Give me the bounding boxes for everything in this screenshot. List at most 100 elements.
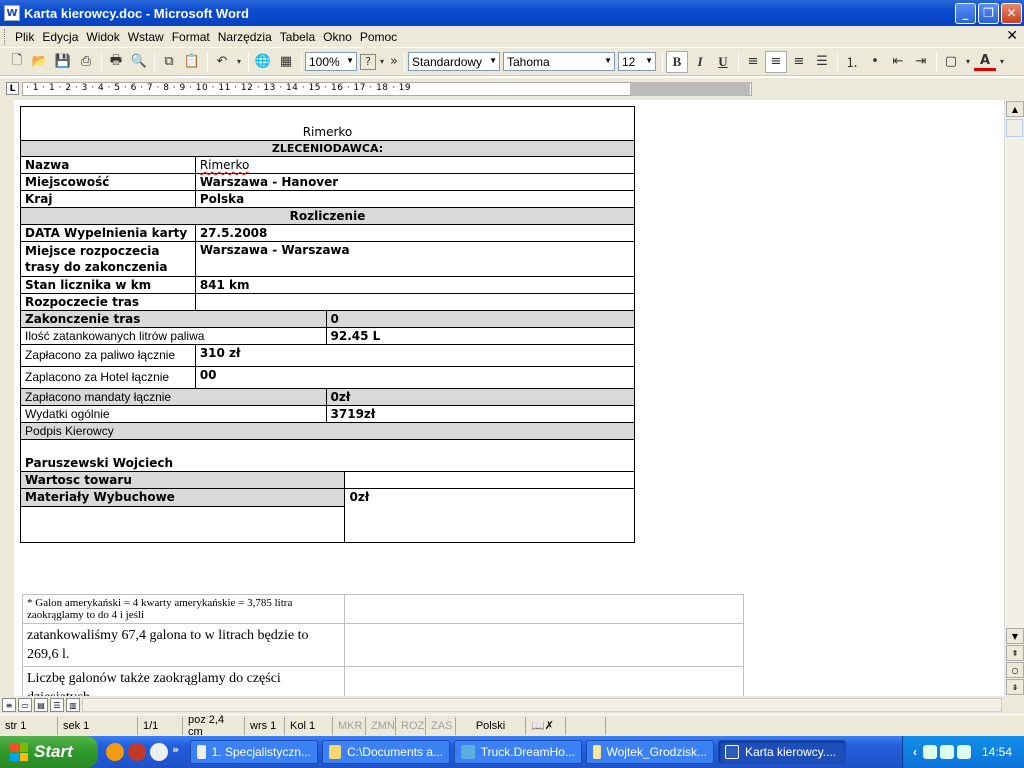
font-size-select[interactable]: 12 ▼ xyxy=(618,52,656,71)
chevron-down-icon[interactable]: ▼ xyxy=(489,56,497,65)
miejscowosc-label[interactable]: Miejscowość xyxy=(20,173,196,191)
font-select[interactable]: Tahoma ▼ xyxy=(503,52,615,71)
empty-cell[interactable] xyxy=(343,666,745,696)
hotel-value[interactable]: 00 xyxy=(194,366,636,389)
paliwo-value[interactable]: 310 zł xyxy=(194,344,636,367)
clock[interactable]: 14:54 xyxy=(982,745,1012,759)
chevron-down-icon[interactable]: ▼ xyxy=(346,56,354,65)
data-label[interactable]: DATA Wypelnienia karty xyxy=(20,224,196,242)
start-button[interactable]: Start xyxy=(0,736,98,768)
browse-object-icon[interactable]: ○ xyxy=(1006,662,1024,678)
font-color-icon[interactable]: A xyxy=(974,53,996,71)
volume-icon[interactable] xyxy=(956,745,971,759)
note-row-2[interactable]: zatankowaliśmy 67,4 galona to w litrach … xyxy=(22,623,345,667)
data-value[interactable]: 27.5.2008 xyxy=(194,224,636,242)
insert-table-icon[interactable]: ▦ xyxy=(275,51,297,73)
zakonczenie-value[interactable]: 0 xyxy=(325,310,636,328)
previous-page-icon[interactable]: ⇞ xyxy=(1006,645,1024,661)
taskbar-item-karta[interactable]: Karta kierowcy.... xyxy=(718,740,846,764)
status-ext[interactable]: ROZ xyxy=(396,716,426,735)
increase-indent-icon[interactable]: ⇥ xyxy=(910,51,932,73)
menu-narzedzia[interactable]: Narzędzia xyxy=(214,30,276,44)
menu-plik[interactable]: Plik xyxy=(11,30,38,44)
wartosc-label[interactable]: Wartosc towaru xyxy=(19,471,346,489)
undo-icon[interactable]: ↶ xyxy=(211,51,233,73)
print-preview-icon[interactable]: 🔍 xyxy=(128,51,150,73)
menu-edycja[interactable]: Edycja xyxy=(38,30,82,44)
align-left-icon[interactable]: ≡ xyxy=(742,51,764,73)
permission-icon[interactable]: ⎙ xyxy=(75,51,97,73)
paste-icon[interactable]: 📋 xyxy=(181,51,203,73)
scroll-track[interactable] xyxy=(82,698,1002,712)
numbering-icon[interactable]: ⒈ xyxy=(841,51,863,73)
podpis-label[interactable]: Podpis Kierowcy xyxy=(20,422,635,440)
font-color-dropdown-icon[interactable]: ▾ xyxy=(997,51,1007,73)
zoom-select[interactable]: 100% ▼ xyxy=(305,52,357,71)
podpis-value[interactable]: Paruszewski Wojciech xyxy=(20,439,635,472)
open-folder-icon[interactable]: 📂 xyxy=(29,51,51,73)
align-right-icon[interactable]: ≡ xyxy=(788,51,810,73)
menu-pomoc[interactable]: Pomoc xyxy=(356,30,401,44)
taskbar-item-documents[interactable]: C:\Documents a... xyxy=(322,740,450,764)
outline-view-icon[interactable]: ☰ xyxy=(50,698,64,712)
taskbar-item-specjalistyczn[interactable]: 1. Specjalistyczn... xyxy=(190,740,318,764)
rozliczenie-header[interactable]: Rozliczenie xyxy=(20,207,635,225)
ilosc-label[interactable]: Ilość zatankowanych litrów paliwa xyxy=(20,327,327,345)
underline-button[interactable]: U xyxy=(712,51,734,73)
print-layout-icon[interactable]: ▤ xyxy=(34,698,48,712)
opera-icon[interactable] xyxy=(128,743,146,761)
hotel-label[interactable]: Zaplacono za Hotel łącznie xyxy=(20,366,196,389)
horizontal-scrollbar[interactable]: ≡ ▭ ▤ ☰ ▥ xyxy=(0,696,1024,714)
taskbar-item-wojtek[interactable]: Wojtek_Grodzisk... xyxy=(586,740,714,764)
bullets-icon[interactable]: • xyxy=(864,51,886,73)
menu-format[interactable]: Format xyxy=(168,30,214,44)
align-center-icon[interactable]: ≡ xyxy=(765,50,787,73)
nazwa-label[interactable]: Nazwa xyxy=(20,156,196,174)
help-icon[interactable]: ? xyxy=(360,53,376,70)
restore-button[interactable]: ❐ xyxy=(978,2,999,24)
rozpoczecie-value[interactable] xyxy=(194,293,636,311)
status-language[interactable]: Polski xyxy=(456,716,526,735)
close-button[interactable]: ✕ xyxy=(1001,2,1022,24)
document-title[interactable]: Rimerko xyxy=(20,106,635,141)
italic-button[interactable]: I xyxy=(689,51,711,73)
minimize-button[interactable]: _ xyxy=(955,2,976,24)
note-row-3[interactable]: Liczbę galonów także zaokrąglamy do częś… xyxy=(22,666,345,696)
note-row-1[interactable]: * Galon amerykański = 4 kwarty amerykańs… xyxy=(22,594,345,624)
status-trk[interactable]: ZMN xyxy=(366,716,396,735)
style-select[interactable]: Standardowy ▼ xyxy=(408,52,500,71)
undo-dropdown-icon[interactable]: ▾ xyxy=(234,51,244,73)
help-dropdown-icon[interactable]: ▾ xyxy=(377,51,387,73)
materialy-label[interactable]: Materiały Wybuchowe xyxy=(19,488,346,507)
miejsce-label[interactable]: Miejsce rozpoczecia trasy do zakonczenia xyxy=(20,241,196,277)
wartosc-value[interactable] xyxy=(344,471,635,489)
scroll-up-icon[interactable]: ▲ xyxy=(1006,101,1024,117)
menu-tabela[interactable]: Tabela xyxy=(276,30,319,44)
miejsce-value[interactable]: Warszawa - Warszawa xyxy=(194,241,636,277)
web-layout-icon[interactable]: ▭ xyxy=(18,698,32,712)
empty-cell[interactable] xyxy=(19,506,346,543)
menu-okno[interactable]: Okno xyxy=(319,30,356,44)
bold-button[interactable]: B xyxy=(666,50,688,73)
firefox-icon[interactable] xyxy=(106,743,124,761)
chevron-down-icon[interactable]: ▼ xyxy=(645,56,653,65)
save-icon[interactable]: 💾 xyxy=(52,51,74,73)
mandaty-label[interactable]: Zapłacono mandaty łącznie xyxy=(20,388,327,406)
stan-value[interactable]: 841 km xyxy=(194,276,636,294)
network-icon[interactable] xyxy=(922,745,937,759)
print-icon[interactable]: 🖶 xyxy=(105,51,127,73)
hyperlink-globe-icon[interactable]: 🌐 xyxy=(252,51,274,73)
zakonczenie-label[interactable]: Zakonczenie tras xyxy=(20,310,327,328)
chevron-down-icon[interactable]: ▼ xyxy=(604,56,612,65)
wydatki-value[interactable]: 3719zł xyxy=(325,405,636,423)
document-area[interactable]: Rimerko ZLECENIODAWCA: Nazwa Rimerko Mie… xyxy=(14,100,1004,696)
status-rec[interactable]: MKR xyxy=(333,716,366,735)
toolbar-overflow-icon[interactable]: » xyxy=(388,51,400,73)
tray-expand-icon[interactable]: ‹ xyxy=(913,745,917,759)
taskbar-item-truck[interactable]: Truck.DreamHo... xyxy=(454,740,582,764)
menu-grip[interactable] xyxy=(4,28,7,45)
empty-cell[interactable] xyxy=(343,594,745,624)
copy-icon[interactable]: ⧉ xyxy=(158,51,180,73)
materialy-value[interactable]: 0zł xyxy=(344,488,635,543)
paliwo-label[interactable]: Zapłacono za paliwo łącznie xyxy=(20,344,196,367)
